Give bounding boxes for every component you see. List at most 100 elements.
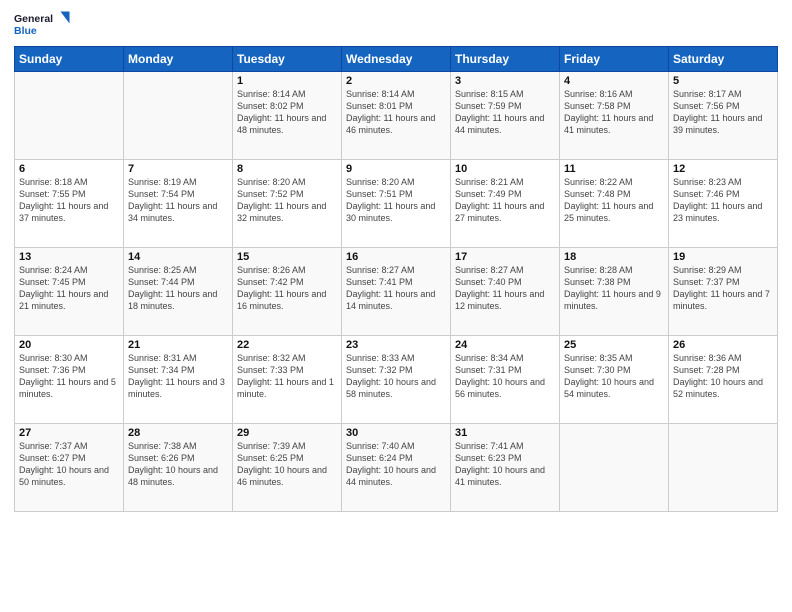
calendar-cell: 10Sunrise: 8:21 AM Sunset: 7:49 PM Dayli… (451, 160, 560, 248)
calendar-cell: 19Sunrise: 8:29 AM Sunset: 7:37 PM Dayli… (669, 248, 778, 336)
day-detail: Sunrise: 8:23 AM Sunset: 7:46 PM Dayligh… (673, 176, 773, 225)
calendar-cell: 14Sunrise: 8:25 AM Sunset: 7:44 PM Dayli… (124, 248, 233, 336)
calendar-cell: 22Sunrise: 8:32 AM Sunset: 7:33 PM Dayli… (233, 336, 342, 424)
calendar-cell: 27Sunrise: 7:37 AM Sunset: 6:27 PM Dayli… (15, 424, 124, 512)
day-number: 17 (455, 251, 555, 263)
day-detail: Sunrise: 8:15 AM Sunset: 7:59 PM Dayligh… (455, 88, 555, 137)
calendar-week-5: 27Sunrise: 7:37 AM Sunset: 6:27 PM Dayli… (15, 424, 778, 512)
day-detail: Sunrise: 8:21 AM Sunset: 7:49 PM Dayligh… (455, 176, 555, 225)
day-number: 30 (346, 427, 446, 439)
calendar-cell: 28Sunrise: 7:38 AM Sunset: 6:26 PM Dayli… (124, 424, 233, 512)
weekday-header-wednesday: Wednesday (342, 47, 451, 72)
weekday-header-tuesday: Tuesday (233, 47, 342, 72)
day-detail: Sunrise: 8:19 AM Sunset: 7:54 PM Dayligh… (128, 176, 228, 225)
calendar-cell: 11Sunrise: 8:22 AM Sunset: 7:48 PM Dayli… (560, 160, 669, 248)
calendar-header-row: SundayMondayTuesdayWednesdayThursdayFrid… (15, 47, 778, 72)
calendar-cell: 8Sunrise: 8:20 AM Sunset: 7:52 PM Daylig… (233, 160, 342, 248)
calendar-cell: 16Sunrise: 8:27 AM Sunset: 7:41 PM Dayli… (342, 248, 451, 336)
day-number: 10 (455, 163, 555, 175)
calendar-cell: 23Sunrise: 8:33 AM Sunset: 7:32 PM Dayli… (342, 336, 451, 424)
day-number: 31 (455, 427, 555, 439)
day-number: 11 (564, 163, 664, 175)
calendar-cell: 5Sunrise: 8:17 AM Sunset: 7:56 PM Daylig… (669, 72, 778, 160)
day-detail: Sunrise: 8:16 AM Sunset: 7:58 PM Dayligh… (564, 88, 664, 137)
day-detail: Sunrise: 8:25 AM Sunset: 7:44 PM Dayligh… (128, 264, 228, 313)
calendar-table: SundayMondayTuesdayWednesdayThursdayFrid… (14, 46, 778, 512)
calendar-cell (124, 72, 233, 160)
day-number: 2 (346, 75, 446, 87)
calendar-cell: 31Sunrise: 7:41 AM Sunset: 6:23 PM Dayli… (451, 424, 560, 512)
calendar-cell: 4Sunrise: 8:16 AM Sunset: 7:58 PM Daylig… (560, 72, 669, 160)
calendar-cell: 1Sunrise: 8:14 AM Sunset: 8:02 PM Daylig… (233, 72, 342, 160)
day-detail: Sunrise: 7:41 AM Sunset: 6:23 PM Dayligh… (455, 440, 555, 489)
day-number: 28 (128, 427, 228, 439)
day-number: 18 (564, 251, 664, 263)
day-detail: Sunrise: 8:26 AM Sunset: 7:42 PM Dayligh… (237, 264, 337, 313)
weekday-header-monday: Monday (124, 47, 233, 72)
calendar-week-2: 6Sunrise: 8:18 AM Sunset: 7:55 PM Daylig… (15, 160, 778, 248)
day-number: 14 (128, 251, 228, 263)
day-detail: Sunrise: 8:14 AM Sunset: 8:01 PM Dayligh… (346, 88, 446, 137)
day-number: 3 (455, 75, 555, 87)
header: GeneralBlue (14, 10, 778, 40)
calendar-cell (15, 72, 124, 160)
day-number: 19 (673, 251, 773, 263)
day-detail: Sunrise: 8:32 AM Sunset: 7:33 PM Dayligh… (237, 352, 337, 401)
day-detail: Sunrise: 8:20 AM Sunset: 7:51 PM Dayligh… (346, 176, 446, 225)
day-detail: Sunrise: 8:29 AM Sunset: 7:37 PM Dayligh… (673, 264, 773, 313)
day-number: 29 (237, 427, 337, 439)
day-detail: Sunrise: 8:35 AM Sunset: 7:30 PM Dayligh… (564, 352, 664, 401)
calendar-cell: 21Sunrise: 8:31 AM Sunset: 7:34 PM Dayli… (124, 336, 233, 424)
day-number: 27 (19, 427, 119, 439)
calendar-week-3: 13Sunrise: 8:24 AM Sunset: 7:45 PM Dayli… (15, 248, 778, 336)
calendar-cell: 24Sunrise: 8:34 AM Sunset: 7:31 PM Dayli… (451, 336, 560, 424)
calendar-cell (669, 424, 778, 512)
day-detail: Sunrise: 7:38 AM Sunset: 6:26 PM Dayligh… (128, 440, 228, 489)
calendar-cell: 26Sunrise: 8:36 AM Sunset: 7:28 PM Dayli… (669, 336, 778, 424)
day-number: 24 (455, 339, 555, 351)
calendar-container: GeneralBlue SundayMondayTuesdayWednesday… (0, 0, 792, 612)
day-number: 6 (19, 163, 119, 175)
day-detail: Sunrise: 8:33 AM Sunset: 7:32 PM Dayligh… (346, 352, 446, 401)
calendar-cell: 15Sunrise: 8:26 AM Sunset: 7:42 PM Dayli… (233, 248, 342, 336)
day-number: 8 (237, 163, 337, 175)
day-number: 7 (128, 163, 228, 175)
svg-text:Blue: Blue (14, 25, 37, 37)
day-detail: Sunrise: 8:20 AM Sunset: 7:52 PM Dayligh… (237, 176, 337, 225)
calendar-cell: 13Sunrise: 8:24 AM Sunset: 7:45 PM Dayli… (15, 248, 124, 336)
day-number: 4 (564, 75, 664, 87)
calendar-cell (560, 424, 669, 512)
day-detail: Sunrise: 7:40 AM Sunset: 6:24 PM Dayligh… (346, 440, 446, 489)
day-detail: Sunrise: 8:36 AM Sunset: 7:28 PM Dayligh… (673, 352, 773, 401)
weekday-header-sunday: Sunday (15, 47, 124, 72)
day-number: 26 (673, 339, 773, 351)
calendar-cell: 6Sunrise: 8:18 AM Sunset: 7:55 PM Daylig… (15, 160, 124, 248)
calendar-cell: 18Sunrise: 8:28 AM Sunset: 7:38 PM Dayli… (560, 248, 669, 336)
calendar-cell: 2Sunrise: 8:14 AM Sunset: 8:01 PM Daylig… (342, 72, 451, 160)
weekday-header-thursday: Thursday (451, 47, 560, 72)
day-detail: Sunrise: 8:30 AM Sunset: 7:36 PM Dayligh… (19, 352, 119, 401)
day-number: 12 (673, 163, 773, 175)
logo-icon: GeneralBlue (14, 10, 74, 40)
day-detail: Sunrise: 8:17 AM Sunset: 7:56 PM Dayligh… (673, 88, 773, 137)
day-number: 23 (346, 339, 446, 351)
day-detail: Sunrise: 8:24 AM Sunset: 7:45 PM Dayligh… (19, 264, 119, 313)
logo: GeneralBlue (14, 10, 74, 40)
day-number: 1 (237, 75, 337, 87)
calendar-cell: 12Sunrise: 8:23 AM Sunset: 7:46 PM Dayli… (669, 160, 778, 248)
day-detail: Sunrise: 8:34 AM Sunset: 7:31 PM Dayligh… (455, 352, 555, 401)
day-number: 15 (237, 251, 337, 263)
day-number: 25 (564, 339, 664, 351)
calendar-cell: 25Sunrise: 8:35 AM Sunset: 7:30 PM Dayli… (560, 336, 669, 424)
calendar-cell: 17Sunrise: 8:27 AM Sunset: 7:40 PM Dayli… (451, 248, 560, 336)
calendar-week-1: 1Sunrise: 8:14 AM Sunset: 8:02 PM Daylig… (15, 72, 778, 160)
day-detail: Sunrise: 8:18 AM Sunset: 7:55 PM Dayligh… (19, 176, 119, 225)
day-number: 5 (673, 75, 773, 87)
weekday-header-saturday: Saturday (669, 47, 778, 72)
day-number: 21 (128, 339, 228, 351)
calendar-cell: 3Sunrise: 8:15 AM Sunset: 7:59 PM Daylig… (451, 72, 560, 160)
day-detail: Sunrise: 8:31 AM Sunset: 7:34 PM Dayligh… (128, 352, 228, 401)
day-detail: Sunrise: 8:22 AM Sunset: 7:48 PM Dayligh… (564, 176, 664, 225)
calendar-cell: 9Sunrise: 8:20 AM Sunset: 7:51 PM Daylig… (342, 160, 451, 248)
day-detail: Sunrise: 8:14 AM Sunset: 8:02 PM Dayligh… (237, 88, 337, 137)
